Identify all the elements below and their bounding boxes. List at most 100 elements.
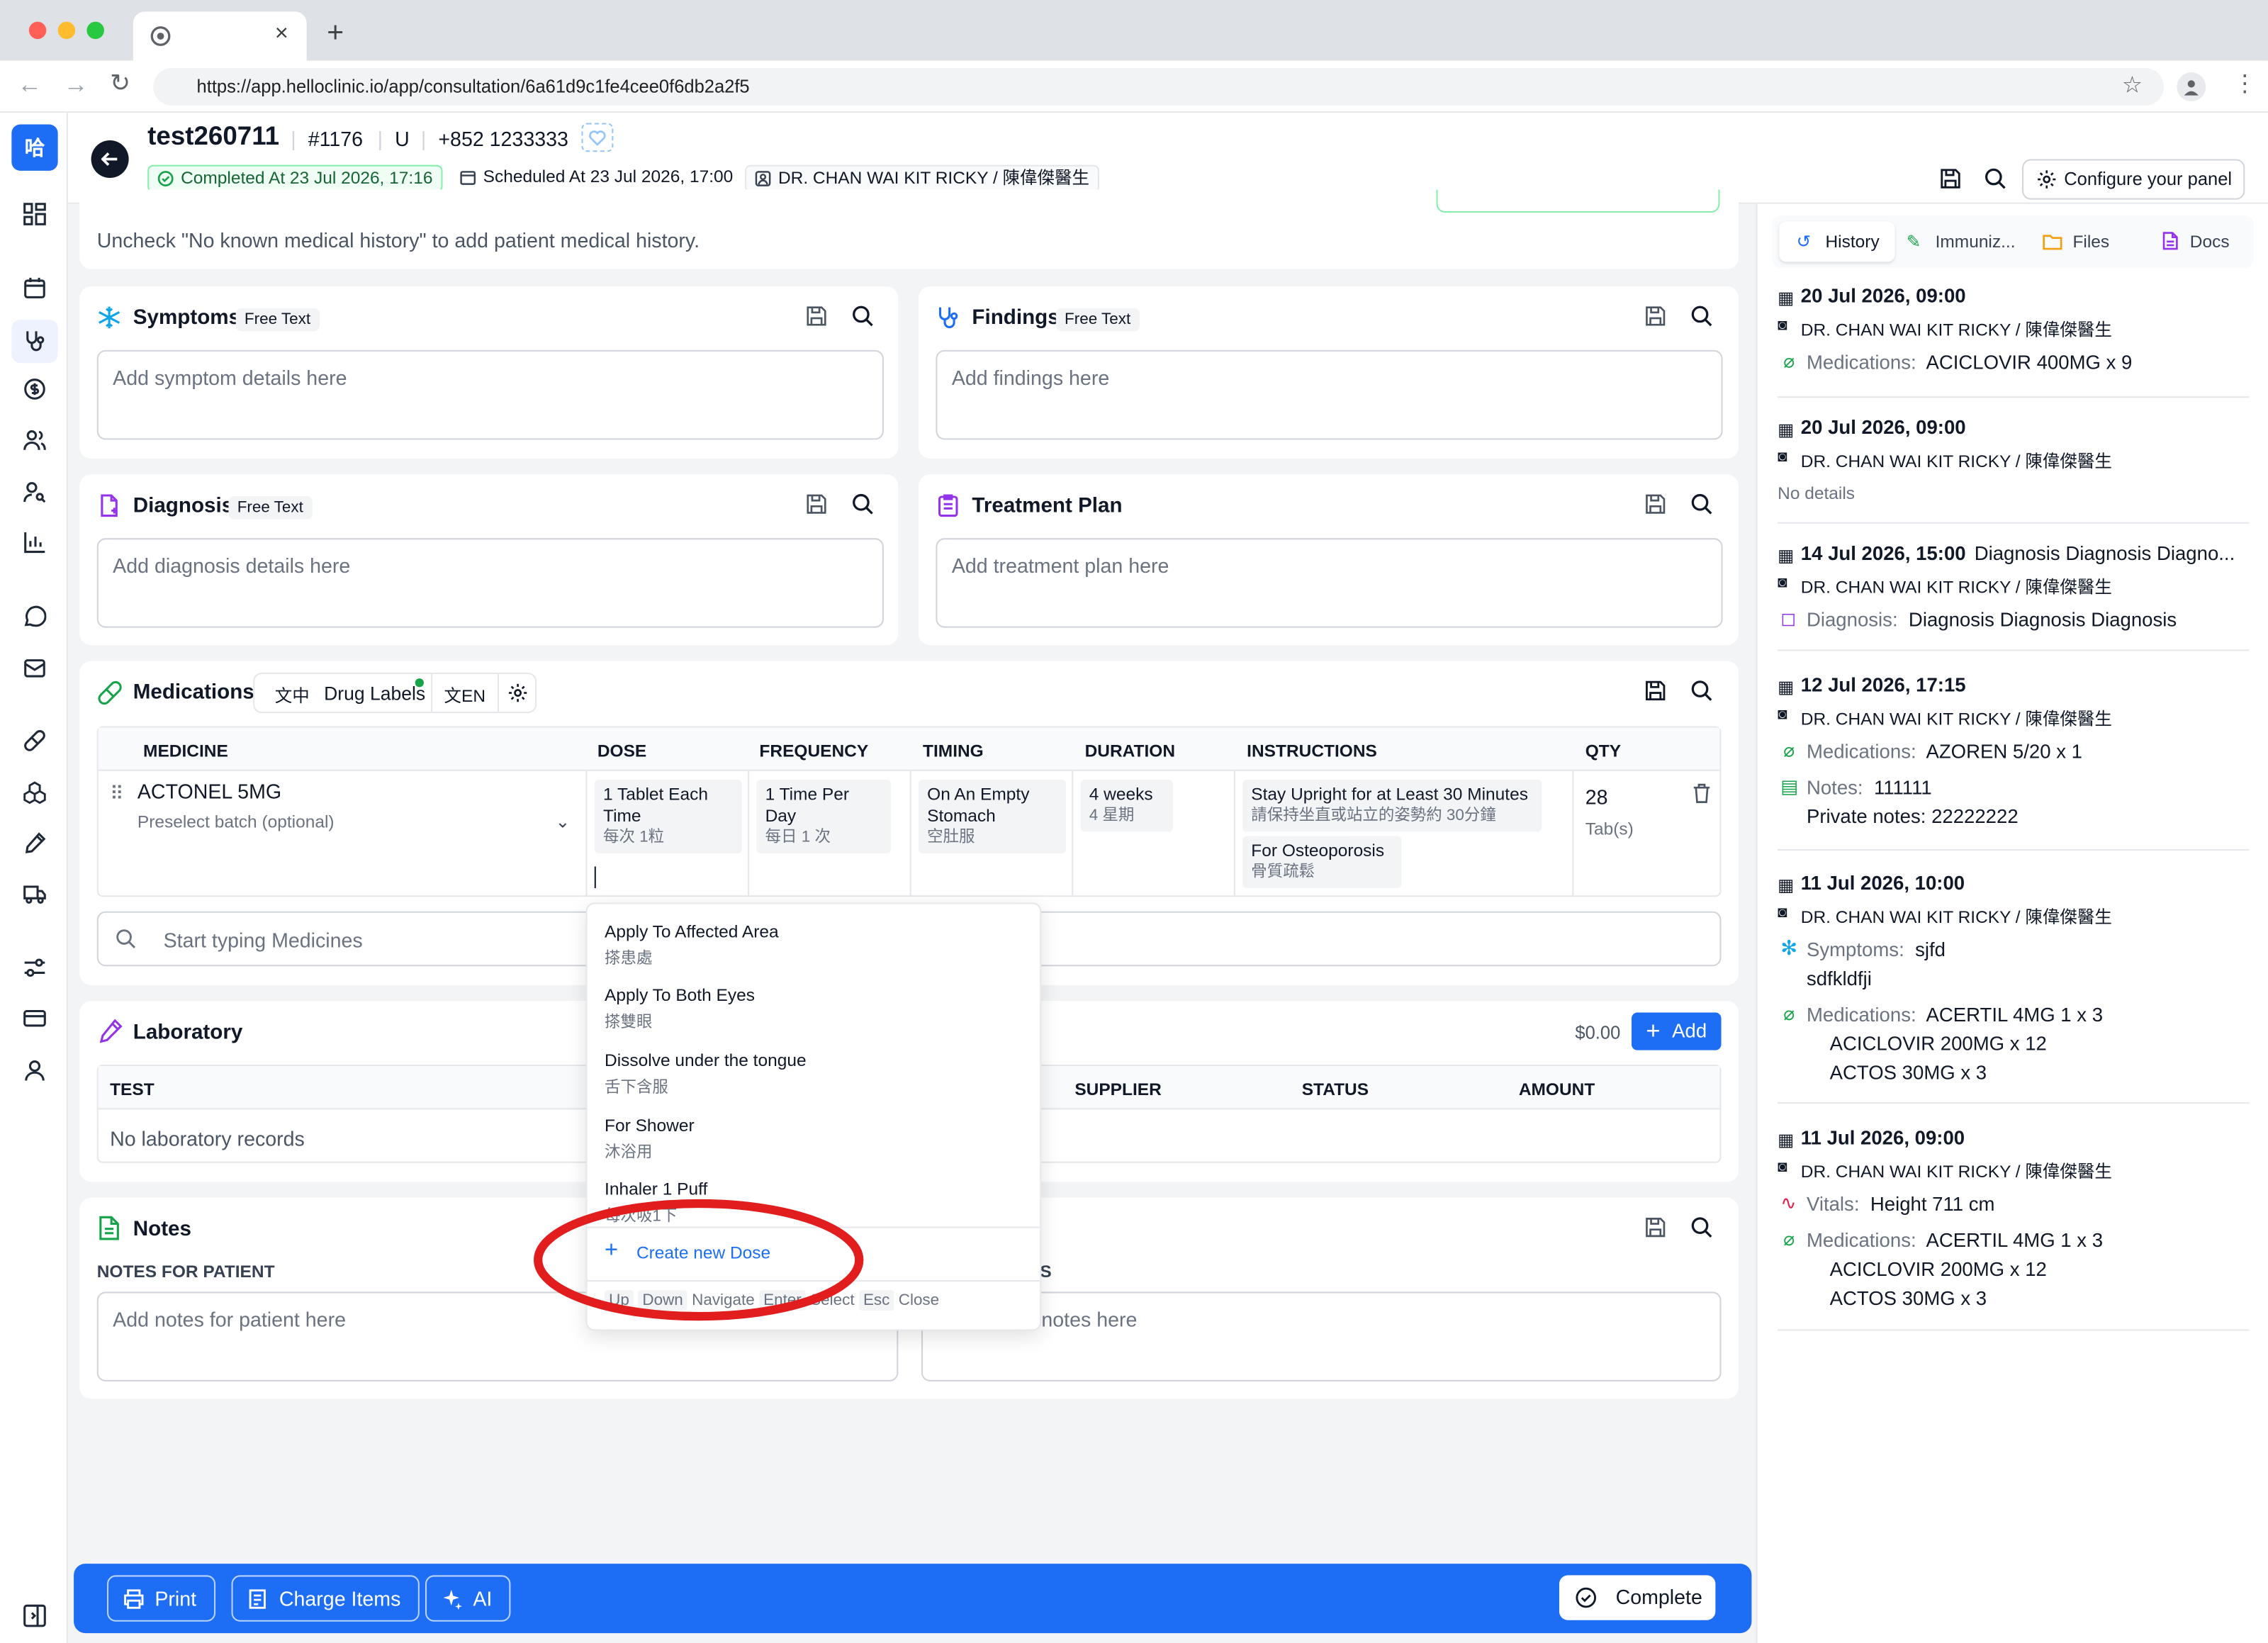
duration-chip[interactable]: 4 weeks 4 星期 bbox=[1080, 779, 1174, 832]
configure-panel-button[interactable]: Configure your panel bbox=[2022, 159, 2245, 200]
diagnosis-search-icon[interactable] bbox=[852, 493, 878, 520]
whatsapp-icon[interactable] bbox=[17, 599, 52, 634]
delete-trash-icon[interactable] bbox=[1692, 783, 1712, 804]
patient-name: test260711 bbox=[147, 121, 280, 151]
history-entry[interactable]: ▦ 12 Jul 2026, 17:15 ◙ DR. CHAN WAI KIT … bbox=[1778, 674, 2250, 851]
save-icon[interactable] bbox=[1937, 165, 1963, 191]
treatment-save-icon[interactable] bbox=[1644, 493, 1671, 520]
back-icon[interactable]: ← bbox=[17, 71, 42, 100]
tab-docs[interactable]: Docs bbox=[2162, 221, 2230, 262]
maximize-window-button[interactable] bbox=[86, 21, 104, 40]
dose-option[interactable]: For Shower 沐浴用 bbox=[605, 1115, 695, 1162]
calendar-small-icon bbox=[460, 169, 476, 185]
back-arrow-icon[interactable] bbox=[91, 140, 129, 179]
inbox-icon[interactable] bbox=[17, 651, 52, 685]
notes-save-icon[interactable] bbox=[1644, 1216, 1671, 1243]
pill-icon bbox=[97, 680, 123, 706]
ai-button[interactable]: AI bbox=[425, 1575, 511, 1622]
app-logo[interactable]: 哈 bbox=[11, 124, 58, 171]
add-laboratory-button[interactable]: + Add bbox=[1632, 1012, 1722, 1050]
dose-chip[interactable]: 1 Tablet Each Time 每次 1粒 bbox=[594, 779, 742, 854]
pill-icon[interactable] bbox=[17, 723, 52, 758]
browser-menu-icon[interactable]: ⋮ bbox=[2233, 69, 2257, 99]
minimize-window-button[interactable] bbox=[57, 21, 76, 40]
dashboard-icon[interactable] bbox=[17, 197, 52, 232]
tab-immunization[interactable]: ✎ Immuniz... bbox=[1907, 221, 2016, 262]
new-tab-icon[interactable]: + bbox=[327, 17, 344, 50]
history-entry[interactable]: ▦ 20 Jul 2026, 09:00 ◙ DR. CHAN WAI KIT … bbox=[1778, 285, 2250, 398]
medicine-name[interactable]: ACTONEL 5MG bbox=[137, 780, 281, 803]
user-search-icon[interactable] bbox=[17, 474, 52, 509]
dose-text-cursor[interactable] bbox=[594, 866, 596, 889]
timing-chip[interactable]: On An Empty Stomach 空肚服 bbox=[918, 779, 1067, 854]
symptoms-search-icon[interactable] bbox=[852, 305, 878, 332]
instruction-chip-osteoporosis[interactable]: For Osteoporosis 骨質疏鬆 bbox=[1242, 836, 1402, 889]
tab-history[interactable]: ↺ History bbox=[1779, 221, 1895, 262]
frequency-chip[interactable]: 1 Time Per Day 每日 1 次 bbox=[756, 779, 892, 854]
consultation-icon[interactable] bbox=[11, 320, 58, 364]
collapse-sidebar-icon[interactable] bbox=[17, 1598, 52, 1633]
delivery-truck-icon[interactable] bbox=[17, 877, 52, 912]
medicine-search-icon bbox=[116, 929, 136, 949]
search-icon[interactable] bbox=[1982, 165, 2008, 191]
drug-labels-toggle[interactable]: Drug Labels bbox=[324, 683, 425, 705]
payment-card-icon[interactable] bbox=[17, 1001, 52, 1036]
close-tab-icon[interactable]: × bbox=[275, 22, 288, 48]
findings-input[interactable]: Add findings here bbox=[936, 349, 1723, 440]
complete-button[interactable]: Complete bbox=[1559, 1575, 1716, 1620]
translate-zh-icon[interactable]: 文中 bbox=[275, 683, 310, 707]
symptoms-free-text-badge: Free Text bbox=[235, 308, 320, 332]
treatment-plan-input[interactable]: Add treatment plan here bbox=[936, 538, 1723, 628]
diagnosis-card: Diagnosis Free Text Add diagnosis detail… bbox=[79, 474, 899, 646]
medications-search-icon[interactable] bbox=[1691, 680, 1717, 706]
history-entry[interactable]: ▦ 14 Jul 2026, 15:00 Diagnosis Diagnosis… bbox=[1778, 542, 2250, 651]
pill-icon: ⌀ bbox=[1783, 739, 1795, 761]
dose-option[interactable]: Apply To Both Eyes 搽雙眼 bbox=[605, 985, 755, 1033]
qty-value[interactable]: 28 bbox=[1585, 785, 1608, 809]
history-entry[interactable]: ▦ 11 Jul 2026, 09:00 ◙ DR. CHAN WAI KIT … bbox=[1778, 1127, 2250, 1331]
history-entry[interactable]: ▦ 20 Jul 2026, 09:00 ◙ DR. CHAN WAI KIT … bbox=[1778, 417, 2250, 524]
patients-icon[interactable] bbox=[17, 422, 52, 457]
drag-handle-icon[interactable]: ⠿ bbox=[110, 783, 123, 806]
settings-sliders-icon[interactable] bbox=[17, 951, 52, 985]
treatment-search-icon[interactable] bbox=[1691, 493, 1717, 520]
history-entry[interactable]: ▦ 11 Jul 2026, 10:00 ◙ DR. CHAN WAI KIT … bbox=[1778, 873, 2250, 1104]
symptoms-save-icon[interactable] bbox=[806, 305, 832, 332]
diagnosis-save-icon[interactable] bbox=[806, 493, 832, 520]
translate-en-icon[interactable]: 文EN bbox=[444, 683, 486, 707]
charge-items-button[interactable]: Charge Items bbox=[231, 1575, 420, 1622]
browser-tab[interactable]: × bbox=[133, 11, 307, 61]
inventory-icon[interactable] bbox=[17, 775, 52, 810]
diagnosis-free-text-badge: Free Text bbox=[228, 495, 313, 520]
dose-option[interactable]: Apply To Affected Area 搽患處 bbox=[605, 921, 779, 969]
medications-table-header: MEDICINE DOSE FREQUENCY TIMING DURATION … bbox=[98, 727, 1720, 771]
reload-icon[interactable]: ↻ bbox=[110, 69, 130, 99]
bookmark-star-icon[interactable]: ☆ bbox=[2122, 71, 2143, 100]
medication-settings-gear-icon[interactable] bbox=[507, 683, 528, 703]
doctor-tag: DR. CHAN WAI KIT RICKY / 陳偉傑醫生 bbox=[745, 164, 1100, 193]
findings-search-icon[interactable] bbox=[1691, 305, 1717, 332]
account-icon[interactable] bbox=[17, 1053, 52, 1088]
doctor-icon: ◙ bbox=[1778, 1158, 1787, 1177]
lab-test-icon[interactable] bbox=[17, 826, 52, 860]
findings-title: Findings bbox=[972, 306, 1060, 330]
notes-search-icon[interactable] bbox=[1691, 1216, 1717, 1243]
calendar-icon[interactable] bbox=[17, 271, 52, 305]
reports-icon[interactable] bbox=[17, 525, 52, 560]
tab-files[interactable]: Files bbox=[2043, 221, 2109, 262]
diagnosis-input[interactable]: Add diagnosis details here bbox=[96, 538, 884, 628]
close-window-button[interactable] bbox=[28, 21, 47, 40]
favorite-heart-icon[interactable] bbox=[581, 123, 614, 152]
instruction-chip-upright[interactable]: Stay Upright for at Least 30 Minutes 請保持坐… bbox=[1242, 779, 1542, 832]
print-button[interactable]: Print bbox=[107, 1575, 215, 1622]
forward-icon[interactable]: → bbox=[64, 71, 89, 100]
dose-option[interactable]: Dissolve under the tongue 舌下含服 bbox=[605, 1050, 807, 1098]
profile-icon[interactable] bbox=[2177, 72, 2206, 101]
batch-select[interactable]: Preselect batch (optional) bbox=[137, 812, 335, 832]
billing-icon[interactable] bbox=[17, 371, 52, 406]
url-input[interactable]: https://app.helloclinic.io/app/consultat… bbox=[153, 67, 2165, 106]
medications-save-icon[interactable] bbox=[1644, 680, 1671, 706]
symptoms-input[interactable]: Add symptom details here bbox=[96, 349, 884, 440]
findings-save-icon[interactable] bbox=[1644, 305, 1671, 332]
batch-chevron-down-icon[interactable]: ⌄ bbox=[556, 812, 571, 832]
